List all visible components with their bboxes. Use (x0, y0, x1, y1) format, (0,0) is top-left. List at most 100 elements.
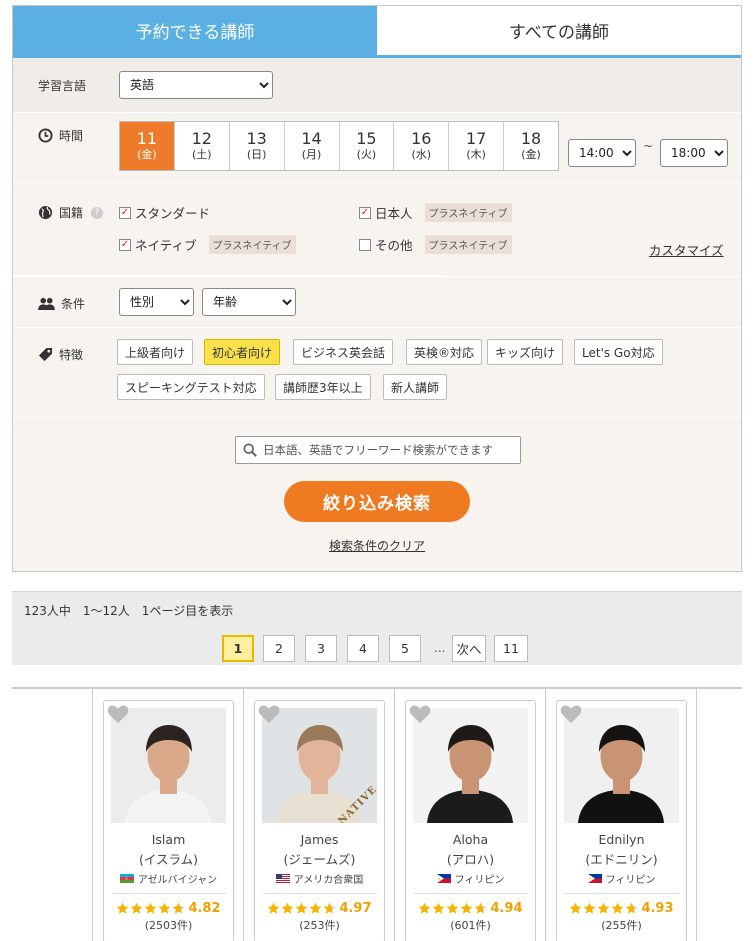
checkbox[interactable]: ✓ (119, 206, 131, 219)
page-5-button[interactable]: 5 (389, 635, 421, 662)
teacher-name[interactable]: Ednilyn (557, 832, 686, 847)
feature-tag[interactable]: キッズ向け (487, 339, 564, 365)
teacher-name[interactable]: Aloha (406, 832, 535, 847)
feature-tag[interactable]: 講師歴3年以上 (275, 374, 371, 400)
clock-icon (38, 128, 53, 143)
nationality-option-japanese[interactable]: ✓ 日本人 プラスネイティブ (359, 203, 512, 222)
star-icon (324, 902, 336, 914)
nationality-option-native[interactable]: ✓ ネイティブ プラスネイティブ (119, 235, 296, 254)
review-count: (255件) (601, 919, 642, 932)
tab-bar: 予約できる講師 すべての講師 (13, 6, 741, 58)
freeword-search-input[interactable]: 日本語、英語でフリーワード検索ができます (235, 436, 521, 464)
teacher-country: フィリピン (406, 871, 535, 886)
star-rating (569, 902, 638, 915)
rating-score: 4.97 (339, 901, 372, 916)
feature-tag-active[interactable]: 初心者向け (204, 339, 281, 365)
country-name: フィリピン (605, 875, 656, 886)
results-bar: 123人中 1〜12人 1ページ目を表示 1 2 3 4 5 ... 次へ 11 (12, 591, 742, 665)
checkbox[interactable]: ✓ (359, 238, 371, 251)
divider (696, 689, 697, 941)
teacher-photo-frame[interactable] (111, 708, 226, 823)
day-option[interactable]: 12 (土) (175, 122, 230, 170)
clear-conditions-link[interactable]: 検索条件のクリア (329, 537, 425, 554)
language-select[interactable]: 英語 (119, 71, 273, 99)
country-name: アゼルバイジャン (137, 875, 218, 886)
teacher-name-kana: (ジェームズ) (283, 852, 356, 867)
feature-tag[interactable]: ビジネス英会話 (293, 339, 394, 365)
language-label: 学習言語 (38, 79, 87, 93)
checkbox[interactable]: ✓ (119, 238, 131, 251)
teacher-card[interactable]: Islam (イスラム) アゼルバイジャン 4.82 (2503件) (103, 700, 234, 941)
feature-tag[interactable]: 上級者向け (117, 339, 194, 365)
day-weekday: (金) (521, 148, 541, 161)
favorite-heart-icon[interactable] (560, 704, 582, 724)
star-icon (584, 902, 596, 914)
feature-tag[interactable]: Let's Go対応 (574, 339, 663, 365)
teacher-photo-frame[interactable] (564, 708, 679, 823)
teacher-photo-frame[interactable] (413, 708, 528, 823)
time-row: 時間 11 (金) 12 (土) 13 (日) 14 (月) 15 (火) 16 (水) 17 (木) 18… (13, 113, 741, 183)
star-icon (131, 902, 143, 914)
age-select[interactable]: 年齢 (202, 288, 296, 316)
page-2-button[interactable]: 2 (263, 635, 295, 662)
teacher-photo (413, 708, 528, 823)
time-to-select[interactable]: 18:00 (660, 139, 728, 167)
day-option[interactable]: 16 (水) (394, 122, 450, 170)
day-option[interactable]: 18 (金) (504, 122, 558, 170)
divider (92, 689, 93, 941)
teacher-card[interactable]: Ednilyn (エドニリン) フィリピン 4.93 (255件) (556, 700, 687, 941)
star-icon (310, 902, 322, 914)
checkbox[interactable]: ✓ (359, 206, 371, 219)
search-icon (243, 443, 257, 457)
day-weekday: (火) (356, 148, 377, 161)
teacher-country: アゼルバイジャン (104, 871, 233, 886)
flag-usa-icon (275, 874, 290, 883)
feature-tag[interactable]: 英検®対応 (406, 339, 483, 365)
time-from-select[interactable]: 14:00 (568, 139, 636, 167)
last-page-button[interactable]: 11 (494, 635, 528, 662)
tab-bookable-teachers[interactable]: 予約できる講師 (13, 6, 377, 55)
customize-link[interactable]: カスタマイズ (649, 240, 724, 259)
star-icon (296, 902, 308, 914)
nationality-option-standard[interactable]: ✓ スタンダード (119, 203, 210, 222)
day-option[interactable]: 15 (火) (340, 122, 395, 170)
tab-all-teachers[interactable]: すべての講師 (377, 6, 741, 55)
rating: 4.82 (104, 901, 233, 916)
day-option[interactable]: 11 (金) (120, 122, 175, 170)
day-option[interactable]: 13 (日) (230, 122, 285, 170)
day-weekday: (日) (246, 148, 267, 161)
teacher-name[interactable]: James (255, 832, 384, 847)
page-1-button[interactable]: 1 (222, 635, 254, 662)
favorite-heart-icon[interactable] (107, 704, 129, 724)
flag-philippines-icon (436, 874, 451, 883)
nationality-option-other[interactable]: ✓ その他 プラスネイティブ (359, 235, 512, 254)
teacher-name[interactable]: Islam (104, 832, 233, 847)
feature-tag[interactable]: スピーキングテスト対応 (117, 374, 265, 400)
feature-tag[interactable]: 新人講師 (383, 374, 448, 400)
teacher-name-kana: (イスラム) (138, 852, 198, 867)
filter-search-button[interactable]: 絞り込み検索 (284, 481, 470, 522)
nationality-row: 国籍 ? ✓ スタンダード ✓ 日本人 プラスネイティブ ✓ ネイティブ プラス… (13, 183, 741, 276)
page-4-button[interactable]: 4 (347, 635, 379, 662)
star-icon (598, 902, 610, 914)
favorite-heart-icon[interactable] (258, 704, 280, 724)
divider (545, 689, 546, 941)
country-name: フィリピン (454, 875, 505, 886)
gender-select[interactable]: 性別 (119, 288, 194, 316)
tag-icon (38, 347, 53, 362)
day-option[interactable]: 17 (木) (449, 122, 505, 170)
teacher-photo-frame[interactable]: NATIVE (262, 708, 377, 823)
favorite-heart-icon[interactable] (409, 704, 431, 724)
star-icon (159, 902, 171, 914)
day-option[interactable]: 14 (月) (285, 122, 340, 170)
pagination-ellipsis: ... (434, 641, 446, 655)
help-icon[interactable]: ? (91, 206, 104, 219)
next-page-button[interactable]: 次へ (452, 635, 486, 662)
star-icon (145, 902, 157, 914)
people-icon (38, 297, 55, 310)
page-3-button[interactable]: 3 (305, 635, 337, 662)
teacher-card[interactable]: NATIVE James (ジェームズ) アメリカ合衆国 4.97 (253件) (254, 700, 385, 941)
conditions-label: 条件 (61, 297, 86, 311)
time-label-group: 時間 (38, 127, 83, 144)
teacher-card[interactable]: Aloha (アロハ) フィリピン 4.94 (601件) (405, 700, 536, 941)
